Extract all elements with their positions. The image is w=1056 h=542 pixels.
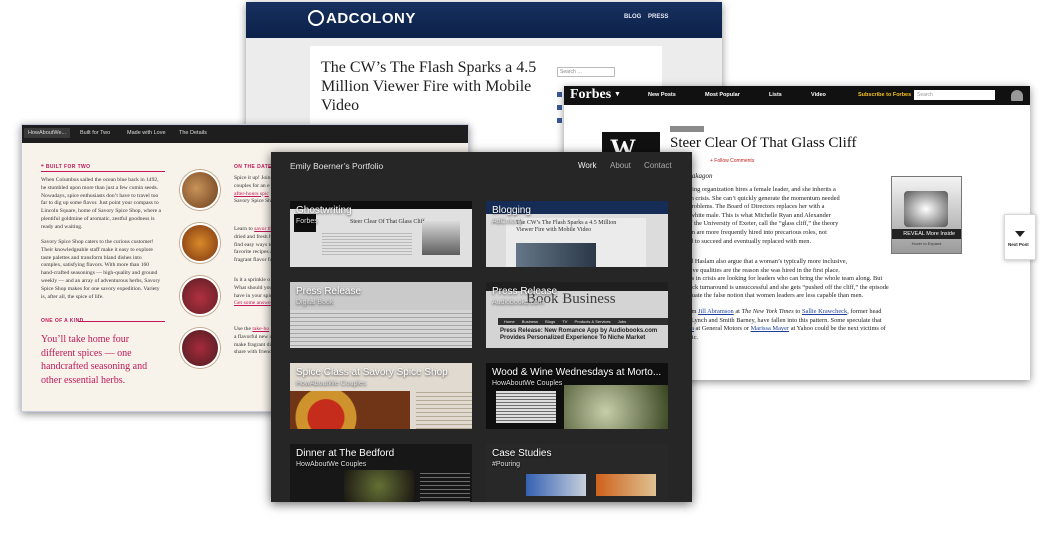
forbes-headline: Steer Clear Of That Glass Cliff	[670, 135, 857, 151]
adcolony-nav-press[interactable]: PRESS	[648, 14, 668, 20]
section-built-for-two: ❝ BUILT FOR TWO	[41, 164, 91, 170]
portfolio-tile-wood-and-wine[interactable]: Wood & Wine Wednesdays at Morto... HowAb…	[486, 363, 668, 429]
tile-subtitle: Audiobooks.com	[492, 299, 544, 306]
howaboutwe-tab-home[interactable]: HowAboutWe...	[24, 128, 71, 138]
tile-title: Blogging	[492, 205, 531, 216]
howaboutwe-tab-made-with-love[interactable]: Made with Love	[127, 130, 166, 136]
forbes-logo[interactable]: Forbes	[570, 87, 611, 103]
tile-subtitle: Digital Book	[296, 299, 334, 306]
tile-title: Dinner at The Bedford	[296, 448, 395, 459]
forbes-header: Forbes ▼ New Posts Most Popular Lists Vi…	[564, 86, 1030, 105]
howaboutwe-date-text-2: Learn to savor th dried and fresh h find …	[234, 226, 273, 264]
tile-subtitle: #Pouring	[492, 461, 521, 468]
portfolio-tile-dinner-bedford[interactable]: Dinner at The Bedford HowAboutWe Couples	[290, 444, 472, 502]
tile-title: Press Release	[492, 286, 558, 297]
nav-contact[interactable]: Contact	[644, 161, 672, 170]
forbes-nav-lists[interactable]: Lists	[769, 92, 782, 98]
portfolio-window: Emily Boerner’s Portfolio Work About Con…	[271, 152, 692, 502]
tile-subtitle: HowAboutWe Couples	[296, 461, 367, 468]
howaboutwe-tab-details[interactable]: The Details	[179, 130, 207, 136]
after-hours-link[interactable]: after-hours spic	[234, 191, 269, 197]
tile-subtitle: AdColony	[492, 218, 523, 225]
adcolony-header: ADCOLONY BLOG PRESS	[246, 2, 722, 38]
forbes-subscribe-link[interactable]: Subscribe to Forbes	[858, 92, 911, 98]
portfolio-tile-press-release-audiobooks[interactable]: Book Business Home Business Blogs TV Pro…	[486, 282, 668, 348]
divider	[41, 171, 165, 172]
arrow-down-icon	[1015, 231, 1025, 237]
portfolio-title[interactable]: Emily Boerner’s Portfolio	[290, 161, 383, 171]
ad-reveal-label: REVEAL More Inside	[892, 229, 961, 239]
forbes-nav-most-popular[interactable]: Most Popular	[705, 92, 740, 98]
take-home-link[interactable]: take-ho	[252, 326, 269, 332]
tile-subtitle: Forbes	[296, 218, 318, 225]
forbes-paragraph-3: from Jill Abramson at The New York Times…	[684, 308, 886, 341]
tile-subtitle: HowAboutWe Couples	[492, 380, 563, 387]
nav-about[interactable]: About	[610, 161, 631, 170]
howaboutwe-date-text-4: Use the take-ho a flavorful new o make fr…	[234, 326, 273, 356]
author-link[interactable]: Jill Abramson	[698, 308, 734, 315]
author-link[interactable]: Marissa Mayer	[751, 325, 790, 332]
howaboutwe-date-text-3: Is it a sprinkle o What should you have in…	[234, 277, 273, 307]
savor-link[interactable]: savor th	[254, 226, 272, 232]
nav-work[interactable]: Work	[578, 161, 597, 170]
tile-subtitle: HowAboutWe Couples	[296, 380, 367, 387]
adcolony-logo[interactable]: ADCOLONY	[308, 10, 416, 27]
howaboutwe-date-text-1: Spice it up! Join couples for an e after-…	[234, 175, 274, 205]
howaboutwe-nav: HowAboutWe... Built for Two Made with Lo…	[22, 125, 468, 143]
tile-title: Case Studies	[492, 448, 552, 459]
adcolony-article-title: The CW’s The Flash Sparks a 4.5 Million …	[321, 59, 537, 114]
tile-title: Wood & Wine Wednesdays at Morto...	[492, 367, 662, 378]
forbes-follow-comments[interactable]: + Follow Comments	[710, 158, 754, 164]
forbes-nav-video[interactable]: Video	[811, 92, 826, 98]
spice-photo-1	[180, 170, 220, 210]
ad-hover-label: Hover to Expand	[911, 241, 942, 246]
section-on-the-date: ON THE DATE	[234, 164, 272, 170]
howaboutwe-paragraph-2: Savory Spice Shop caters to the curious …	[41, 239, 161, 300]
user-avatar-icon[interactable]	[1011, 90, 1023, 101]
spice-photo-4	[180, 328, 220, 368]
divider	[78, 321, 165, 322]
portfolio-tile-blogging[interactable]: The CW’s The Flash Sparks a 4.5 Million …	[486, 201, 668, 267]
next-post-label: Next Post	[1008, 242, 1029, 247]
tile-title: Press Release	[296, 286, 362, 297]
howaboutwe-pull-quote: You’ll take home four different spices — …	[41, 334, 148, 386]
portfolio-tile-press-release-digital-book[interactable]: Press Release Digital Book	[290, 282, 472, 348]
forbes-ad-unit[interactable]: REVEAL More Inside Hover to Expand	[891, 176, 962, 254]
ad-product-image	[904, 191, 948, 227]
howaboutwe-tab-built-for-two[interactable]: Built for Two	[80, 130, 110, 136]
author-link[interactable]: Sallie Krawcheck	[802, 308, 847, 315]
forbes-nav-new-posts[interactable]: New Posts	[648, 92, 676, 98]
forbes-paragraph-1: ggling organization hires a female leade…	[684, 186, 840, 245]
tile-title: Ghostwriting	[296, 205, 352, 216]
adcolony-nav-blog[interactable]: BLOG	[624, 14, 641, 20]
portfolio-tile-case-studies[interactable]: Case Studies #Pouring	[486, 444, 668, 502]
adcolony-search-input[interactable]: Search …	[557, 67, 615, 77]
spice-photo-2	[180, 223, 220, 263]
adcolony-sidebar-links[interactable]	[557, 88, 562, 131]
howaboutwe-paragraph-1: When Columbus sailed the ocean blue back…	[41, 177, 161, 230]
adcolony-logo-mark-icon	[308, 10, 324, 26]
get-answers-link[interactable]: Get some answer	[234, 300, 273, 306]
portfolio-tile-ghostwriting[interactable]: Steer Clear Of That Glass Cliff Ghostwri…	[290, 201, 472, 267]
chevron-down-icon[interactable]: ▼	[614, 91, 621, 98]
tile-title: Spice Class at Savory Spice Shop	[296, 367, 448, 378]
forbes-paragraph-2: and Haslam also argue that a woman’s typ…	[684, 258, 889, 300]
next-post-button[interactable]: Next Post	[1004, 214, 1036, 260]
spice-photo-3	[180, 276, 220, 316]
forbes-search-input[interactable]: Search	[914, 90, 995, 100]
portfolio-tile-spice-class[interactable]: Spice Class at Savory Spice Shop HowAbou…	[290, 363, 472, 429]
forbes-category-tag[interactable]	[670, 126, 704, 132]
